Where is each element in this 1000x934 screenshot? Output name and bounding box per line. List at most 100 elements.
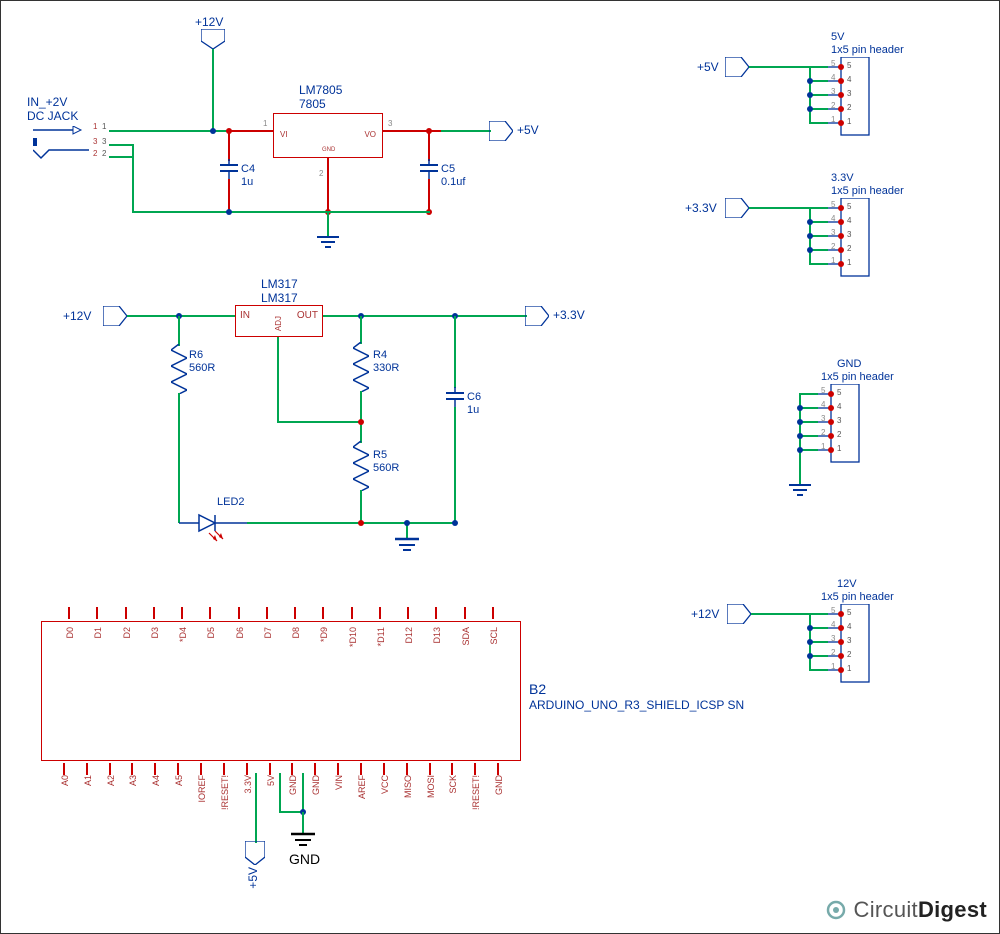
c6-val: 1u [467, 404, 479, 416]
netlabel-12v-left: +12V [63, 309, 91, 323]
wire [109, 144, 134, 146]
h5v-name: 5V [831, 31, 844, 43]
led2-ref: LED2 [217, 496, 245, 508]
pin-label: GND [311, 775, 321, 795]
junction [358, 419, 364, 425]
wire [441, 130, 491, 132]
dcjack-pin1r: 1 [102, 122, 106, 131]
r6-val: 560R [189, 362, 215, 374]
pin-stub [177, 763, 179, 775]
header-12v: 5 4 3 2 1 5 4 3 2 1 [827, 604, 879, 687]
netlabel-12v-hdr: +12V [691, 607, 719, 621]
u2-out: OUT [297, 310, 318, 321]
dcjack-label: IN_+2V DC JACK [27, 95, 78, 123]
wire [255, 773, 257, 843]
pin-label: D13 [432, 627, 442, 644]
capacitor-c5 [420, 159, 438, 181]
pin-label: GND [288, 775, 298, 795]
wire [178, 393, 180, 523]
port-3v3-out [525, 306, 549, 326]
schematic-canvas: +12V IN_+2V DC JACK 1 3 2 1 3 2 C4 1u LM… [0, 0, 1000, 934]
resistor-r4 [353, 342, 369, 392]
dcjack-pin3r: 3 [102, 137, 106, 146]
h5v-desc: 1x5 pin header [831, 44, 904, 56]
port-12v-left [103, 306, 127, 326]
pin-label: D5 [206, 627, 216, 639]
pin-label: *D10 [348, 627, 358, 647]
c5-val: 0.1uf [441, 176, 465, 188]
wire [228, 179, 230, 212]
ic-lm7805: VI VO GND [273, 113, 383, 158]
b2-part: ARDUINO_UNO_R3_SHIELD_ICSP SN [529, 698, 744, 712]
wire [383, 130, 443, 132]
pin-label: D1 [93, 627, 103, 639]
logo: CircuitDigest [825, 897, 987, 923]
u2-adj: ADJ [274, 316, 283, 331]
pin-stub [68, 607, 70, 619]
c4-val: 1u [241, 176, 253, 188]
pin-label: MISO [403, 775, 413, 798]
pin-stub [291, 763, 293, 775]
led2-symbol [179, 513, 249, 543]
pin-stub [406, 763, 408, 775]
pin-label: !RESET! [220, 775, 230, 810]
gnd-label-b2: GND [289, 851, 320, 867]
wire [277, 337, 279, 422]
wire [228, 131, 230, 161]
pin-stub [131, 763, 133, 775]
netlabel-5v-out: +5V [517, 123, 539, 137]
capacitor-c6 [446, 387, 464, 409]
pin-label: A2 [106, 775, 116, 786]
port-5v-out [489, 121, 513, 141]
wire [279, 773, 281, 813]
pin-stub [86, 763, 88, 775]
wire [360, 490, 362, 524]
header-3v3: 5 4 3 2 1 5 4 3 2 1 [827, 198, 879, 281]
pin-stub [407, 607, 409, 619]
hgnd-name: GND [837, 358, 861, 370]
h12v-name: 12V [837, 578, 857, 590]
junction [210, 128, 216, 134]
pin-label: D2 [122, 627, 132, 639]
netlabel-3v3-out: +3.3V [553, 308, 585, 322]
c4-ref: C4 [241, 163, 255, 175]
junction [358, 520, 364, 526]
u1-vo: VO [364, 130, 376, 139]
pin-label: VCC [380, 775, 390, 794]
dc-jack-symbol [33, 126, 93, 166]
wire [428, 179, 430, 212]
pin-label: D3 [150, 627, 160, 639]
pin-stub [314, 763, 316, 775]
pin-stub [200, 763, 202, 775]
pin-label: VIN [334, 775, 344, 790]
wire [327, 213, 329, 237]
resistor-r6 [171, 344, 187, 394]
wire [247, 522, 457, 524]
c5-ref: C5 [441, 163, 455, 175]
port-3v3-hdr [725, 198, 749, 218]
wire [454, 316, 456, 388]
wire [327, 158, 329, 212]
pin-stub [383, 763, 385, 775]
pin-label: D12 [404, 627, 414, 644]
pin-stub [379, 607, 381, 619]
pin-label: SDA [461, 627, 471, 646]
gnd-symbol-2 [395, 537, 419, 553]
gnd-symbol-hdr [789, 483, 811, 497]
pin-label: *D9 [319, 627, 329, 642]
wire [428, 131, 430, 161]
header-gnd: 5 4 3 2 1 5 4 3 2 1 [817, 384, 869, 467]
wire [212, 49, 214, 131]
pin-label: SCK [448, 775, 458, 794]
pin-stub [451, 763, 453, 775]
pin-label: MOSI [426, 775, 436, 798]
pin-stub [492, 607, 494, 619]
netlabel-3v3-hdr: +3.3V [685, 201, 717, 215]
wire [178, 316, 180, 346]
pin-label: D7 [263, 627, 273, 639]
b2-bot-pins: A0A1A2A3A4A5IOREF!RESET!3.3V5VGNDGNDVINA… [41, 761, 521, 763]
pin-label: *D4 [178, 627, 188, 642]
gnd-symbol-b2 [291, 832, 315, 848]
ic-arduino-shield [41, 621, 521, 761]
wire [277, 421, 362, 423]
